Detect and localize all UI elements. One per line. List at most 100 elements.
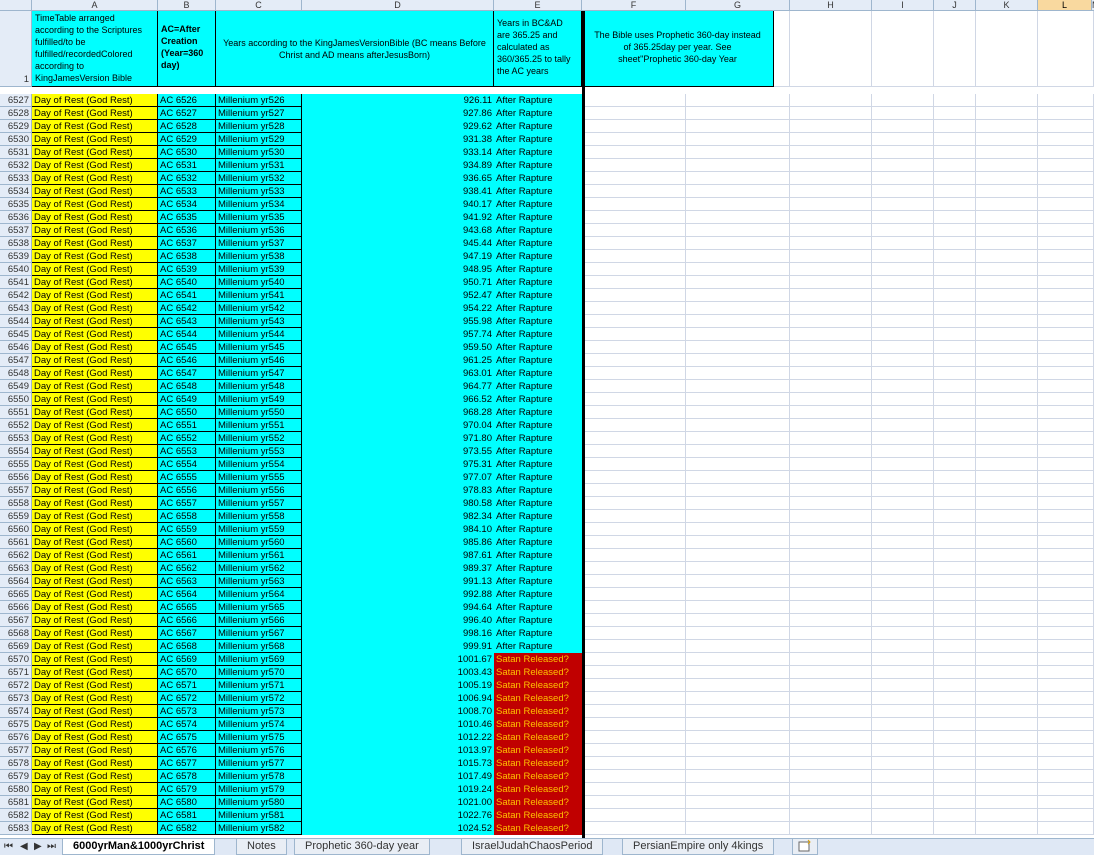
empty-cell[interactable] [976,536,1038,549]
empty-cell[interactable] [790,718,872,731]
row-header[interactable]: 6552 [0,419,32,432]
cell-b[interactable]: AC 6581 [158,809,216,822]
empty-cell[interactable] [872,432,934,445]
cell-b[interactable]: AC 6563 [158,575,216,588]
cell-e[interactable]: 977.07 [302,471,494,484]
cell-b[interactable]: AC 6553 [158,445,216,458]
cell-e[interactable]: 947.19 [302,250,494,263]
cell-c[interactable]: Millenium yr555 [216,471,302,484]
empty-cell[interactable] [686,822,790,835]
empty-cell[interactable] [872,705,934,718]
row-header[interactable]: 6536 [0,211,32,224]
empty-cell[interactable] [790,640,872,653]
empty-cell[interactable] [1038,523,1094,536]
empty-cell[interactable] [976,458,1038,471]
empty-cell[interactable] [872,458,934,471]
row-header[interactable]: 6540 [0,263,32,276]
empty-cell[interactable] [790,224,872,237]
empty-cell[interactable] [686,107,790,120]
cell-a[interactable]: Day of Rest (God Rest) [32,120,158,133]
empty-cell[interactable] [790,393,872,406]
empty-cell[interactable] [872,133,934,146]
cell-c[interactable]: Millenium yr563 [216,575,302,588]
cell-f[interactable]: After Rapture [494,562,582,575]
cell-e[interactable]: 927.86 [302,107,494,120]
cell-e[interactable]: 945.44 [302,237,494,250]
empty-cell[interactable] [686,315,790,328]
empty-cell[interactable] [790,757,872,770]
column-header-h[interactable]: H [790,0,872,11]
empty-cell[interactable] [872,107,934,120]
cell-f[interactable]: After Rapture [494,263,582,276]
empty-cell[interactable] [934,796,976,809]
empty-cell[interactable] [1038,354,1094,367]
empty-cell[interactable] [686,536,790,549]
cell-a[interactable]: Day of Rest (God Rest) [32,692,158,705]
empty-cell[interactable] [790,341,872,354]
empty-cell[interactable] [1038,718,1094,731]
empty-cell[interactable] [790,523,872,536]
cell-a[interactable]: Day of Rest (God Rest) [32,614,158,627]
cell-f[interactable]: After Rapture [494,588,582,601]
empty-cell[interactable] [976,276,1038,289]
cell-a[interactable]: Day of Rest (God Rest) [32,601,158,614]
empty-cell[interactable] [1038,107,1094,120]
empty-cell[interactable] [585,523,686,536]
empty-cell[interactable] [790,562,872,575]
empty-cell[interactable] [585,445,686,458]
empty-cell[interactable] [934,757,976,770]
empty-cell[interactable] [686,237,790,250]
empty-cell[interactable] [976,471,1038,484]
cell-b[interactable]: AC 6557 [158,497,216,510]
empty-cell[interactable] [1038,393,1094,406]
cell-a[interactable]: Day of Rest (God Rest) [32,471,158,484]
empty-cell[interactable] [790,432,872,445]
cell-c[interactable]: Millenium yr550 [216,406,302,419]
cell-e[interactable]: 954.22 [302,302,494,315]
empty-cell[interactable] [934,458,976,471]
cell-b[interactable]: AC 6537 [158,237,216,250]
empty-cell[interactable] [585,224,686,237]
row-header[interactable]: 6549 [0,380,32,393]
spreadsheet-grid[interactable]: ABCDEFGHIJKLM 1 TimeTable arranged accor… [0,0,1094,838]
empty-cell[interactable] [976,133,1038,146]
empty-cell[interactable] [686,549,790,562]
cell-a[interactable]: Day of Rest (God Rest) [32,419,158,432]
empty-cell[interactable] [790,770,872,783]
empty-cell[interactable] [585,94,686,107]
empty-cell[interactable] [585,692,686,705]
cell-e[interactable]: 936.65 [302,172,494,185]
cell-b[interactable]: AC 6549 [158,393,216,406]
cell-b[interactable]: AC 6560 [158,536,216,549]
cell-b[interactable]: AC 6551 [158,419,216,432]
empty-cell[interactable] [585,588,686,601]
empty-cell[interactable] [1038,133,1094,146]
cell-e[interactable]: 970.04 [302,419,494,432]
cell-a[interactable]: Day of Rest (God Rest) [32,237,158,250]
last-sheet-icon[interactable]: ⏭ [47,841,56,852]
empty-cell[interactable] [585,159,686,172]
cell-e[interactable]: 959.50 [302,341,494,354]
cell-a[interactable]: Day of Rest (God Rest) [32,224,158,237]
cell-c[interactable]: Millenium yr535 [216,211,302,224]
empty-cell[interactable] [1038,705,1094,718]
empty-cell[interactable] [686,198,790,211]
row-header[interactable]: 6563 [0,562,32,575]
cell-c[interactable]: Millenium yr531 [216,159,302,172]
cell-c[interactable]: Millenium yr546 [216,354,302,367]
cell-a[interactable]: Day of Rest (God Rest) [32,94,158,107]
empty-cell[interactable] [934,159,976,172]
cell-f[interactable]: After Rapture [494,432,582,445]
cell-f[interactable]: After Rapture [494,94,582,107]
empty-cell[interactable] [872,653,934,666]
cell-c[interactable]: Millenium yr553 [216,445,302,458]
empty-cell[interactable] [790,120,872,133]
empty-cell[interactable] [872,627,934,640]
row-header[interactable]: 6551 [0,406,32,419]
cell-f[interactable]: After Rapture [494,445,582,458]
cell-c[interactable]: Millenium yr565 [216,601,302,614]
empty-cell[interactable] [790,263,872,276]
empty-cell[interactable] [872,770,934,783]
cell-e[interactable]: 1015.73 [302,757,494,770]
empty-cell[interactable] [1038,757,1094,770]
